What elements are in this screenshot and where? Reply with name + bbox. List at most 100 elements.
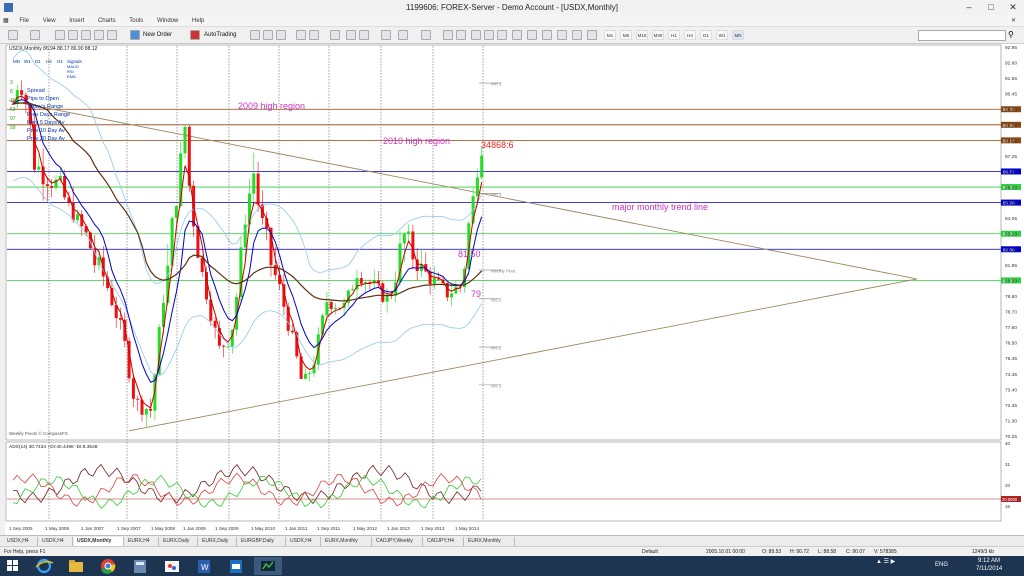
- chrome-icon[interactable]: [94, 557, 122, 575]
- bar-chart-icon[interactable]: [250, 30, 260, 40]
- keyboard-language[interactable]: ENG: [935, 562, 948, 568]
- chart-window[interactable]: 89.00 88.55 88.12 86.77 86.00 85.26 83.00 82.36…: [5, 44, 1024, 535]
- search-icon[interactable]: ⚲: [1008, 30, 1014, 39]
- clock-date[interactable]: 7/11/2014: [976, 566, 1002, 572]
- chart-shift-icon[interactable]: [359, 30, 369, 40]
- tab-cadjpy-h4[interactable]: CADJPY,H4: [424, 537, 464, 546]
- tab-eurx-monthly[interactable]: EURX,Monthly: [322, 537, 372, 546]
- left-number: 3: [10, 80, 13, 86]
- tab-usdx-monthly[interactable]: USDX,Monthly: [74, 537, 124, 546]
- data-window-icon[interactable]: [68, 30, 78, 40]
- close-button[interactable]: ✕: [1002, 1, 1024, 14]
- price-axis-label: 81.95: [1005, 263, 1017, 269]
- menu-help[interactable]: Help: [186, 15, 210, 27]
- timeframe-w1[interactable]: W1: [716, 30, 728, 40]
- zoom-out-icon[interactable]: [309, 30, 319, 40]
- menu-file[interactable]: File: [13, 15, 35, 27]
- text-label-icon[interactable]: [557, 30, 567, 40]
- autotrading-button[interactable]: AutoTrading: [204, 30, 236, 41]
- shapes-icon[interactable]: [587, 30, 597, 40]
- info-line: Prev 20 Day Av: [27, 136, 65, 142]
- candlestick-icon[interactable]: [263, 30, 273, 40]
- menu-insert[interactable]: Insert: [63, 15, 90, 27]
- tester-icon[interactable]: [107, 30, 117, 40]
- timeframe-m1[interactable]: M1: [604, 30, 616, 40]
- candle-body: [402, 233, 406, 244]
- start-button-icon[interactable]: [2, 557, 24, 575]
- tab-usdx-h4-3[interactable]: USDX,H4: [287, 537, 321, 546]
- timeframe-mn[interactable]: MN: [732, 30, 744, 40]
- zoom-in-icon[interactable]: [296, 30, 306, 40]
- file-explorer-icon[interactable]: [62, 557, 90, 575]
- timeframe-m15[interactable]: M15: [636, 30, 648, 40]
- outlook-icon[interactable]: [222, 557, 250, 575]
- status-volume: V: 578385: [874, 549, 897, 555]
- tab-eurx-daily[interactable]: EURX,Daily: [160, 537, 198, 546]
- templates-icon[interactable]: [421, 30, 431, 40]
- annotation-counter: 34868:6: [481, 140, 514, 150]
- price-axis-label: 92.60: [1005, 61, 1017, 67]
- vertical-line-icon[interactable]: [471, 30, 481, 40]
- candle-body: [407, 231, 411, 234]
- word-icon[interactable]: W: [190, 557, 218, 575]
- price-chart[interactable]: 89.00 88.55 88.12 86.77 86.00 85.26 83.00 82.36…: [5, 44, 1024, 535]
- metatrader-icon[interactable]: [254, 557, 282, 575]
- autotrading-icon[interactable]: [190, 30, 200, 40]
- trendline-icon[interactable]: [497, 30, 507, 40]
- mini-timeframe-label: W1: [24, 59, 31, 64]
- price-axis-label: 84.05: [1005, 216, 1017, 222]
- terminal-icon[interactable]: [94, 30, 104, 40]
- price-axis-label: 89.00: [1005, 107, 1017, 113]
- timeframe-m5[interactable]: M5: [620, 30, 632, 40]
- timeframe-h1[interactable]: H1: [668, 30, 680, 40]
- minimize-button[interactable]: –: [958, 1, 980, 14]
- internet-explorer-icon[interactable]: [30, 557, 58, 575]
- chart-menu-icon[interactable]: ▦: [0, 15, 12, 27]
- chart-close-icon[interactable]: ✕: [1005, 15, 1022, 27]
- new-chart-icon[interactable]: [8, 30, 18, 40]
- tab-cadjpy-weekly[interactable]: CADJPY,Weekly: [373, 537, 423, 546]
- tray-icons[interactable]: ▲ ☰ ▶: [876, 558, 895, 565]
- candle-body: [329, 302, 333, 309]
- tab-eurgbp-daily[interactable]: EURGBP,Daily: [238, 537, 286, 546]
- new-order-button[interactable]: New Order: [143, 30, 172, 41]
- tab-usdx-h4-2[interactable]: USDX,H4: [39, 537, 73, 546]
- tab-eurx-h4[interactable]: EURX,H4: [125, 537, 159, 546]
- timeframe-m30[interactable]: M30: [652, 30, 664, 40]
- cursor-icon[interactable]: [443, 30, 453, 40]
- price-axis-label: 72.35: [1005, 403, 1017, 409]
- clock-time[interactable]: 9:12 AM: [978, 558, 1000, 564]
- search-input[interactable]: [918, 30, 1006, 41]
- crosshair-icon[interactable]: [456, 30, 466, 40]
- tab-eurx-monthly-2[interactable]: EURX,Monthly: [465, 537, 515, 546]
- date-axis-label: 1 May 2014: [455, 526, 479, 531]
- market-watch-icon[interactable]: [55, 30, 65, 40]
- autoscroll-icon[interactable]: [346, 30, 356, 40]
- menu-window[interactable]: Window: [151, 15, 184, 27]
- tab-usdx-h4[interactable]: USDX,H4: [4, 537, 38, 546]
- navigator-icon[interactable]: [81, 30, 91, 40]
- candle-body: [480, 155, 484, 178]
- tile-windows-icon[interactable]: [330, 30, 340, 40]
- price-axis-label: 88.55: [1005, 123, 1017, 129]
- chart-tabs: USDX,H4 USDX,H4 USDX,Monthly EURX,H4 EUR…: [0, 535, 1024, 546]
- profiles-icon[interactable]: [30, 30, 40, 40]
- calculator-icon[interactable]: [126, 557, 154, 575]
- menu-charts[interactable]: Charts: [92, 15, 122, 27]
- indicators-icon[interactable]: [381, 30, 391, 40]
- channel-icon[interactable]: [512, 30, 522, 40]
- paint-icon[interactable]: [158, 557, 186, 575]
- line-chart-icon[interactable]: [276, 30, 286, 40]
- timeframe-d1[interactable]: D1: [700, 30, 712, 40]
- menu-view[interactable]: View: [37, 15, 62, 27]
- menu-tools[interactable]: Tools: [123, 15, 149, 27]
- fibonacci-icon[interactable]: [527, 30, 537, 40]
- timeframe-h4[interactable]: H4: [684, 30, 696, 40]
- new-order-icon[interactable]: [130, 30, 140, 40]
- maximize-button[interactable]: □: [980, 1, 1002, 14]
- periods-icon[interactable]: [398, 30, 408, 40]
- text-tool-icon[interactable]: [542, 30, 552, 40]
- horizontal-line-icon[interactable]: [484, 30, 494, 40]
- arrow-icon[interactable]: [572, 30, 582, 40]
- tab-eurx-daily-2[interactable]: EURX,Daily: [199, 537, 237, 546]
